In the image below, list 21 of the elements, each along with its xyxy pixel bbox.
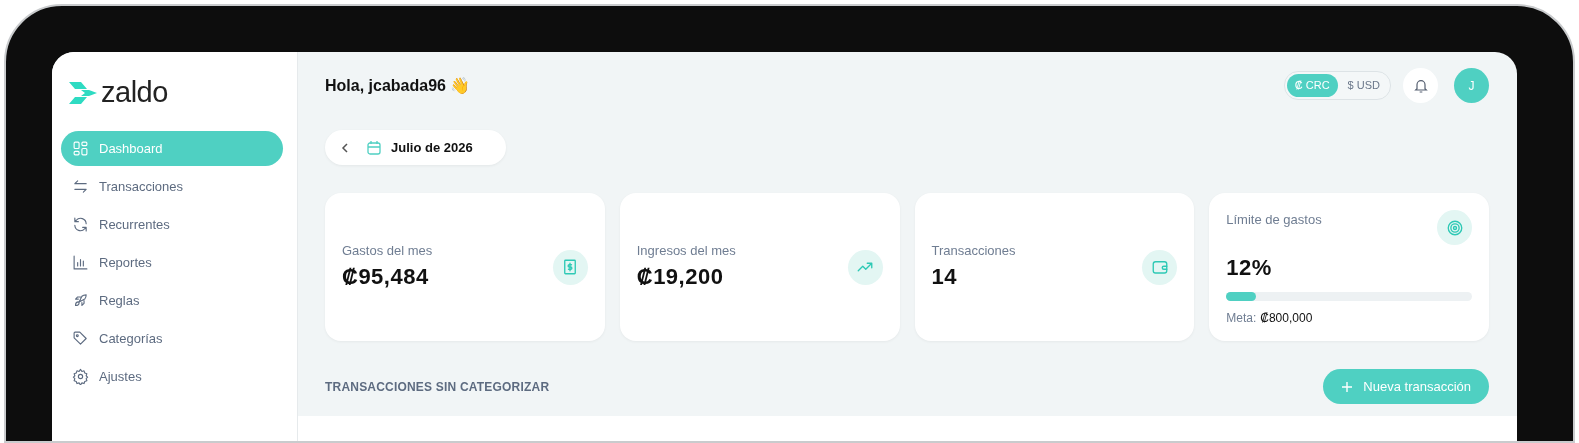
goal-label: Meta: [1226,310,1257,328]
greeting: Hola, jcabada96 👋 [325,75,471,96]
section-title: TRANSACCIONES SIN CATEGORIZAR [325,378,550,396]
stat-label: Ingresos del mes [636,241,737,260]
nav-item[interactable]: Ajustes [61,359,283,394]
stat-value: ₡19,200 [636,263,725,292]
nav-item[interactable]: Recurrentes [61,207,283,242]
stat-label: Transacciones [931,241,1017,260]
currency-option[interactable]: $ USD [1339,74,1388,97]
period-label: Julio de 2026 [391,138,473,157]
stat-label: Gastos del mes [342,241,434,260]
nav-item[interactable]: Categorías [61,321,283,356]
goal-value: ₡800,000 [1260,310,1313,328]
nav-item[interactable]: Transacciones [61,169,283,204]
stat-value: 12% [1226,254,1273,283]
stat-value: ₡95,484 [342,263,430,292]
nav-item[interactable]: Reglas [61,283,283,318]
nav-item[interactable]: Reportes [61,245,283,280]
stat-value: 14 [931,263,958,292]
brand-name: zaldo [101,78,168,107]
stat-label: Límite de gastos [1226,211,1322,230]
